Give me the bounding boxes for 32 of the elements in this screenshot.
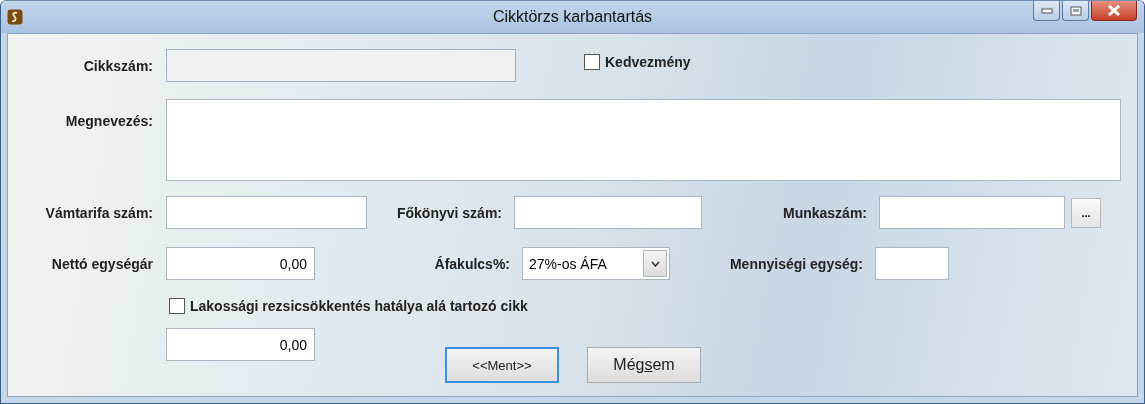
amount-field[interactable]: 0,00 [166,328,315,361]
checkbox[interactable] [169,298,185,314]
save-button[interactable]: <<Ment>> [445,347,559,383]
window-title: Cikktörzs karbantartás [492,8,653,26]
tariff-number-field[interactable] [166,196,367,229]
field-label: Vámtarifa szám: [44,204,153,221]
checkbox[interactable] [584,54,600,70]
field-label: Megnevezés: [64,113,153,129]
field-label: Nettó egységár [50,255,153,272]
field-label: Munkaszám: [781,204,867,221]
net-price-field[interactable]: 0,00 [166,247,315,280]
close-icon [1107,5,1121,16]
maximize-icon [1069,5,1082,16]
cancel-button[interactable]: Mégsem [587,347,701,383]
minimize-button[interactable] [1033,1,1060,21]
chevron-down-icon [650,260,660,267]
close-button[interactable] [1091,1,1137,21]
vat-dropdown[interactable]: 27%-os ÁFA [522,247,670,280]
checkbox-label: Kedvezmény [605,54,691,70]
field-label: Mennyiségi egység: [728,255,863,272]
job-number-field[interactable] [879,196,1065,229]
maximize-button[interactable] [1062,1,1089,21]
unit-field[interactable] [875,247,949,280]
ledger-number-field[interactable] [514,196,702,229]
field-label: Cikkszám: [82,57,153,74]
name-field[interactable] [166,99,1121,181]
app-logo-icon [7,9,23,25]
field-label: Főkönyvi szám: [395,204,502,221]
minimize-icon [1040,7,1053,14]
field-label: Áfakulcs%: [433,255,510,272]
checkbox-label: Lakossági rezsicsökkentés hatálya alá tartozó cikk [190,298,528,314]
browse-button[interactable]: ... [1071,197,1101,228]
